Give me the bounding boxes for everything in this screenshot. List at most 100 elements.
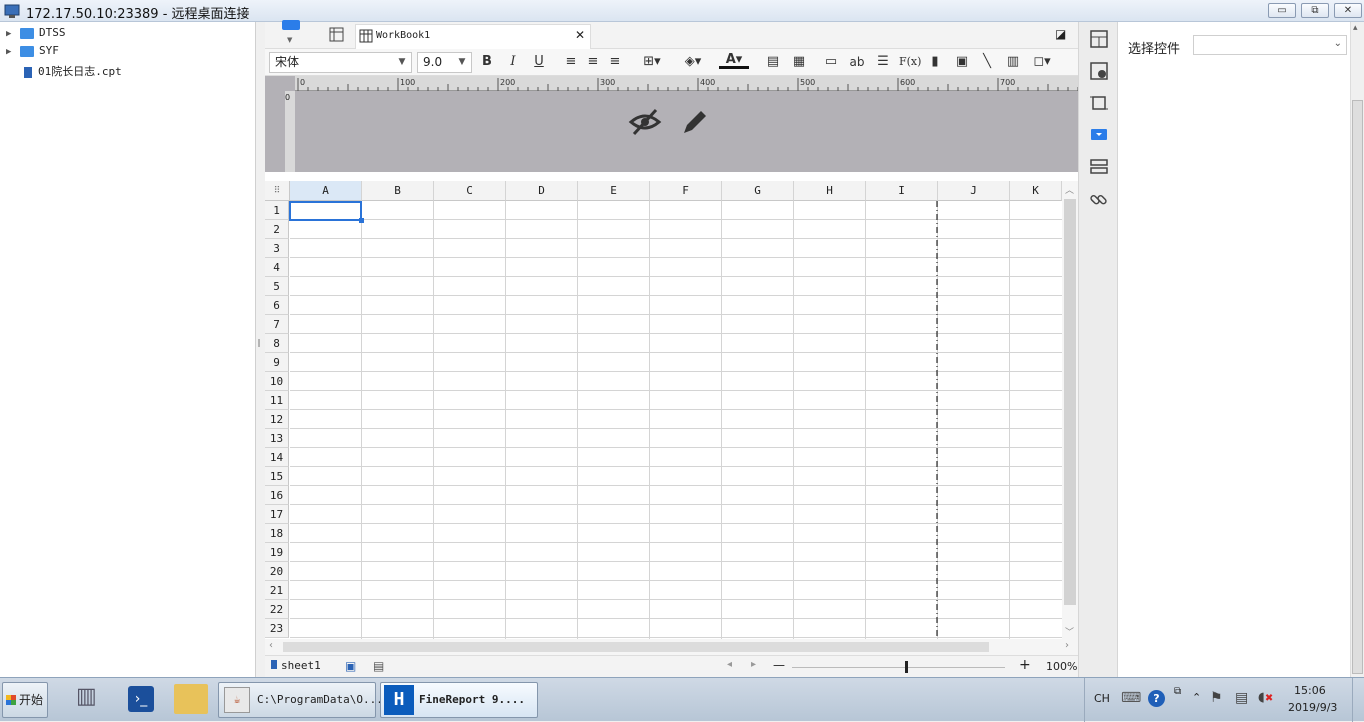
row-header-19[interactable]: 19 [265,543,289,562]
cell-attribute-icon[interactable] [1089,61,1109,81]
input-language[interactable]: CH [1094,692,1110,705]
network-icon[interactable]: ▤ [1235,690,1248,706]
row-header-7[interactable]: 7 [265,315,289,334]
row-header-5[interactable]: 5 [265,277,289,296]
column-header-k[interactable]: K [1010,181,1062,201]
text-color-button[interactable]: A▾ [719,53,749,69]
tree-item-file[interactable]: 01院长日志.cpt [24,63,122,79]
row-header-11[interactable]: 11 [265,391,289,410]
new-sheet-icon[interactable] [329,27,345,43]
row-header-12[interactable]: 12 [265,410,289,429]
align-center-icon[interactable]: ≡ [585,53,601,71]
column-header-c[interactable]: C [434,181,506,201]
subreport-icon[interactable]: ▥ [1005,53,1021,71]
zoom-plus-button[interactable]: + [1019,657,1031,673]
row-header-13[interactable]: 13 [265,429,289,448]
italic-button[interactable]: I [505,53,521,71]
server-manager-icon[interactable]: ▥ [76,684,106,714]
column-header-h[interactable]: H [794,181,866,201]
row-header-2[interactable]: 2 [265,220,289,239]
merge-cells-icon[interactable]: ▤ [765,53,781,71]
underline-button[interactable]: U [531,53,547,71]
task-cmd[interactable]: ☕ C:\ProgramData\O... [218,682,383,718]
scroll-thumb[interactable] [1352,100,1363,674]
grid-hscroll[interactable]: ‹ › [265,639,1078,655]
powershell-icon[interactable]: ›_ [128,686,154,712]
start-button[interactable]: 开始 [2,682,48,718]
tab-menu-icon[interactable]: ◪ [1055,27,1066,41]
widget-select[interactable]: ⌄ [1193,35,1347,55]
scroll-up-icon[interactable]: ︿ [1065,183,1074,196]
unmerge-cells-icon[interactable]: ▦ [791,53,807,71]
image-icon[interactable]: ▣ [953,53,971,71]
task-finereport[interactable]: H FineReport 9.... [380,682,538,718]
row-header-17[interactable]: 17 [265,505,289,524]
action-center-flag-icon[interactable]: ⚑ [1210,690,1223,706]
help-icon[interactable]: ? [1148,690,1165,707]
widget-setting-icon[interactable] [1089,125,1109,145]
sheet-prev-icon[interactable]: ◂ [727,659,732,670]
tab-workbook1[interactable]: WorkBook1 ✕ [355,24,591,49]
column-header-d[interactable]: D [506,181,578,201]
column-header-g[interactable]: G [722,181,794,201]
row-header-6[interactable]: 6 [265,296,289,315]
font-size-select[interactable]: 9.0 ▼ [417,52,472,73]
add-form-sheet-icon[interactable]: ▤ [373,659,384,673]
scroll-up-icon[interactable]: ▴ [1353,23,1358,33]
dropdown-arrow-icon[interactable]: ▼ [287,36,292,44]
row-header-23[interactable]: 23 [265,619,289,638]
chart-icon[interactable]: ▮ [927,53,943,71]
minimize-button[interactable]: ▭ [1268,3,1296,18]
show-desktop-button[interactable] [1352,678,1364,722]
fill-color-icon[interactable]: ◈▾ [679,53,707,71]
hyperlink-icon[interactable] [1089,189,1109,209]
insert-row-icon[interactable]: ▭ [823,53,839,71]
row-header-18[interactable]: 18 [265,524,289,543]
fill-handle[interactable] [359,218,364,223]
row-header-20[interactable]: 20 [265,562,289,581]
tab-sheet1[interactable]: sheet1 [271,659,321,672]
condition-attribute-icon[interactable] [1089,157,1109,177]
font-family-select[interactable]: 宋体 ▼ [269,52,412,73]
expand-arrow-icon[interactable]: ▶ [6,29,14,39]
scroll-left-icon[interactable]: ‹ [269,640,273,651]
row-header-9[interactable]: 9 [265,353,289,372]
edit-pencil-icon[interactable] [679,106,711,138]
clock-date[interactable]: 2019/9/3 [1288,701,1337,714]
row-header-3[interactable]: 3 [265,239,289,258]
text-style-button[interactable]: ab [849,53,865,71]
column-header-e[interactable]: E [578,181,650,201]
keyboard-icon[interactable]: ⌨ [1121,690,1141,706]
formula-button[interactable]: F(x) [899,53,921,71]
hscroll-thumb[interactable] [283,642,989,652]
row-header-15[interactable]: 15 [265,467,289,486]
language-bar-icon[interactable]: ⧉ [1174,686,1181,697]
add-report-sheet-icon[interactable]: ▣ [345,659,356,673]
align-right-icon[interactable]: ≡ [607,53,623,71]
zoom-minus-button[interactable]: — [773,658,785,672]
show-hidden-icons[interactable]: ⌃ [1192,691,1201,704]
close-tab-icon[interactable]: ✕ [575,28,585,42]
zoom-slider-knob[interactable] [904,661,908,673]
splitter-handle[interactable]: ‖ [257,338,261,348]
column-header-f[interactable]: F [650,181,722,201]
sheet-next-icon[interactable]: ▸ [751,659,756,670]
tree-item-dtss[interactable]: ▶ DTSS [6,26,66,42]
column-header-i[interactable]: I [866,181,938,201]
select-all-corner[interactable]: ⠿ [265,181,290,201]
row-header-1[interactable]: 1 [265,201,289,220]
crop-icon[interactable] [1089,93,1109,113]
hide-eye-icon[interactable] [628,106,662,138]
close-button[interactable]: ✕ [1334,3,1362,18]
clock-time[interactable]: 15:06 [1294,684,1326,697]
cell-area[interactable] [290,201,1062,639]
row-header-16[interactable]: 16 [265,486,289,505]
row-header-22[interactable]: 22 [265,600,289,619]
slash-icon[interactable]: ╲ [979,53,995,71]
scroll-right-icon[interactable]: › [1065,640,1069,651]
scroll-down-icon[interactable]: ﹀ [1065,625,1074,638]
grid-vscroll[interactable]: ︿ ﹀ [1062,181,1078,639]
paragraph-icon[interactable]: ☰ [875,53,891,71]
zoom-slider-track[interactable] [792,667,1005,668]
scroll-thumb[interactable] [1064,199,1076,605]
